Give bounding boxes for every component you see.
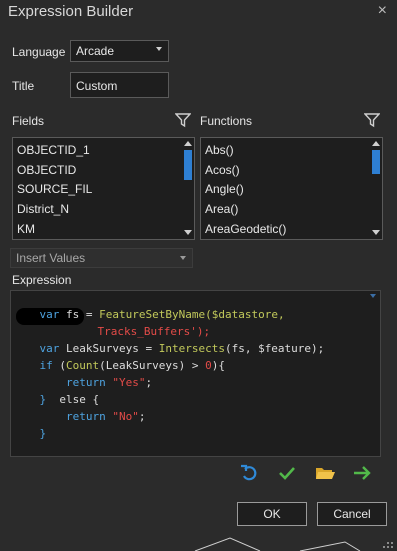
next-arrow-icon[interactable] bbox=[351, 462, 373, 484]
title-bar: Expression Builder × bbox=[0, 0, 397, 26]
insert-values-dropdown[interactable]: Insert Values bbox=[10, 248, 193, 268]
field-item[interactable]: SOURCE_FIL bbox=[17, 182, 92, 196]
field-item[interactable]: KM bbox=[17, 222, 35, 236]
expression-editor[interactable]: var fs = FeatureSetByName($datastore, Tr… bbox=[10, 290, 381, 457]
title-input[interactable]: Custom bbox=[70, 72, 169, 98]
fields-label: Fields bbox=[12, 114, 45, 128]
chevron-down-icon bbox=[180, 256, 186, 260]
language-value: Arcade bbox=[76, 44, 115, 58]
function-item[interactable]: Angle() bbox=[205, 182, 244, 196]
scroll-down-icon[interactable] bbox=[372, 230, 380, 235]
expression-label: Expression bbox=[12, 273, 72, 287]
function-item[interactable]: AreaGeodetic() bbox=[205, 222, 286, 236]
language-label: Language bbox=[12, 45, 66, 59]
dialog-title: Expression Builder bbox=[8, 3, 134, 20]
fields-list[interactable]: OBJECTID_1 OBJECTID SOURCE_FIL District_… bbox=[12, 137, 195, 240]
field-item[interactable]: District_N bbox=[17, 202, 69, 216]
functions-scrollbar[interactable] bbox=[371, 138, 381, 239]
function-item[interactable]: Acos() bbox=[205, 163, 240, 177]
insert-values-label: Insert Values bbox=[16, 251, 86, 265]
ok-button[interactable]: OK bbox=[237, 502, 307, 526]
chevron-down-icon bbox=[156, 47, 162, 51]
fold-icon bbox=[370, 294, 376, 298]
undo-icon[interactable] bbox=[239, 462, 261, 484]
scroll-thumb[interactable] bbox=[372, 150, 380, 174]
function-item[interactable]: Abs() bbox=[205, 143, 234, 157]
scroll-thumb[interactable] bbox=[184, 150, 192, 180]
scroll-down-icon[interactable] bbox=[184, 230, 192, 235]
scroll-up-icon[interactable] bbox=[184, 141, 192, 146]
functions-filter-icon[interactable] bbox=[364, 112, 380, 128]
title-label: Title bbox=[12, 79, 35, 93]
language-select[interactable]: Arcade bbox=[70, 40, 169, 62]
cancel-button[interactable]: Cancel bbox=[317, 502, 387, 526]
background-decoration bbox=[194, 537, 393, 551]
functions-list[interactable]: Abs() Acos() Angle() Area() AreaGeodetic… bbox=[200, 137, 383, 240]
verify-check-icon[interactable] bbox=[276, 462, 298, 484]
fields-scrollbar[interactable] bbox=[183, 138, 193, 239]
function-item[interactable]: Area() bbox=[205, 202, 238, 216]
scroll-up-icon[interactable] bbox=[372, 141, 380, 146]
title-input-value: Custom bbox=[76, 79, 118, 93]
fields-filter-icon[interactable] bbox=[175, 112, 191, 128]
code-line: } bbox=[39, 427, 47, 440]
field-item[interactable]: OBJECTID_1 bbox=[17, 143, 90, 157]
functions-label: Functions bbox=[200, 114, 253, 128]
close-icon[interactable]: × bbox=[378, 2, 387, 20]
field-item[interactable]: OBJECTID bbox=[17, 163, 76, 177]
open-folder-icon[interactable] bbox=[314, 462, 336, 484]
